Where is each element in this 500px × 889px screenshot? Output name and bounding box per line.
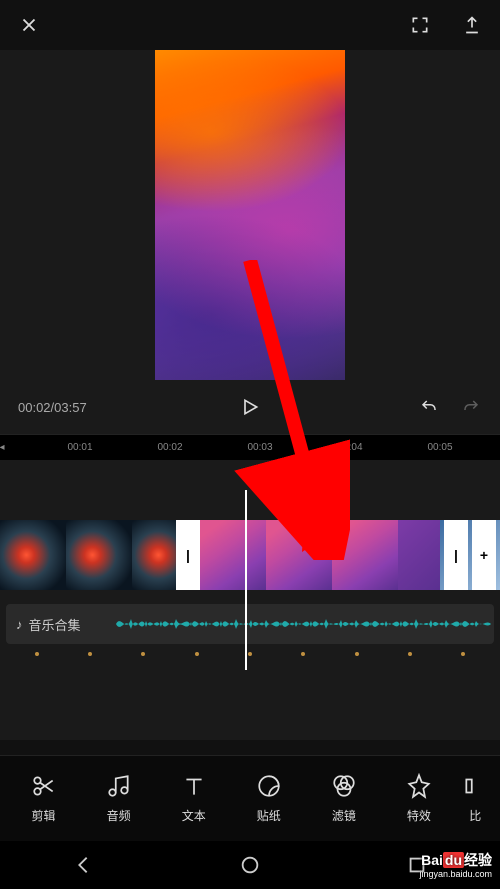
tool-sticker[interactable]: 贴纸 (231, 773, 306, 824)
video-preview[interactable] (0, 50, 500, 380)
tool-label: 文本 (182, 807, 206, 824)
ruler-mark: 00:03 (247, 442, 272, 453)
trim-handle-left[interactable]: | (176, 520, 200, 590)
ruler-mark: 00:02 (157, 442, 182, 453)
audio-waveform (116, 609, 494, 639)
tool-label: 贴纸 (257, 807, 281, 824)
sticker-icon (256, 773, 282, 799)
beat-markers (0, 644, 500, 656)
export-button[interactable] (462, 15, 482, 35)
redo-button[interactable] (460, 398, 482, 416)
music-icon (106, 773, 132, 799)
tool-label: 特效 (407, 807, 431, 824)
tool-filter[interactable]: 滤镜 (306, 773, 381, 824)
tool-label: 比 (469, 807, 481, 824)
play-button[interactable] (240, 396, 260, 418)
tool-bar: 剪辑 音频 文本 贴纸 滤镜 特效 比 (0, 755, 500, 841)
audio-track[interactable]: ♪ 音乐合集 (6, 604, 494, 644)
trim-handle-right[interactable]: | (444, 520, 468, 590)
timeline-ruler[interactable]: ◂ 00:01 00:02 00:03 00:04 00:05 (0, 434, 500, 460)
effects-icon (406, 773, 432, 799)
tool-text[interactable]: 文本 (156, 773, 231, 824)
nav-home[interactable] (239, 854, 261, 876)
audio-track-label: 音乐合集 (29, 615, 81, 634)
preview-frame (155, 50, 345, 380)
tool-edit[interactable]: 剪辑 (6, 773, 81, 824)
add-clip-button[interactable]: + (472, 520, 496, 590)
filter-icon (331, 773, 357, 799)
ruler-mark: 00:04 (337, 442, 362, 453)
undo-button[interactable] (418, 398, 440, 416)
tool-audio[interactable]: 音频 (81, 773, 156, 824)
ratio-icon (462, 773, 488, 799)
tool-label: 剪辑 (32, 807, 56, 824)
timeline[interactable]: | | + ♪ 音乐合集 (0, 460, 500, 740)
music-note-icon: ♪ (16, 617, 23, 632)
tool-label: 滤镜 (332, 807, 356, 824)
time-display: 00:02/03:57 (18, 400, 87, 415)
nav-back[interactable] (72, 854, 94, 876)
scissors-icon (31, 773, 57, 799)
text-icon (181, 773, 207, 799)
ruler-mark: 00:05 (427, 442, 452, 453)
ruler-mark: 00:01 (67, 442, 92, 453)
close-button[interactable] (18, 14, 40, 36)
tool-effects[interactable]: 特效 (381, 773, 456, 824)
fullscreen-button[interactable] (410, 15, 430, 35)
video-clip-1[interactable] (0, 520, 200, 590)
playhead[interactable] (245, 490, 247, 670)
tool-ratio[interactable]: 比 (456, 773, 494, 824)
tool-label: 音频 (107, 807, 131, 824)
video-clip-2[interactable] (200, 520, 440, 590)
video-track[interactable]: | | + (0, 520, 500, 590)
watermark: Baidu经验 jingyan.baidu.com (419, 851, 492, 881)
